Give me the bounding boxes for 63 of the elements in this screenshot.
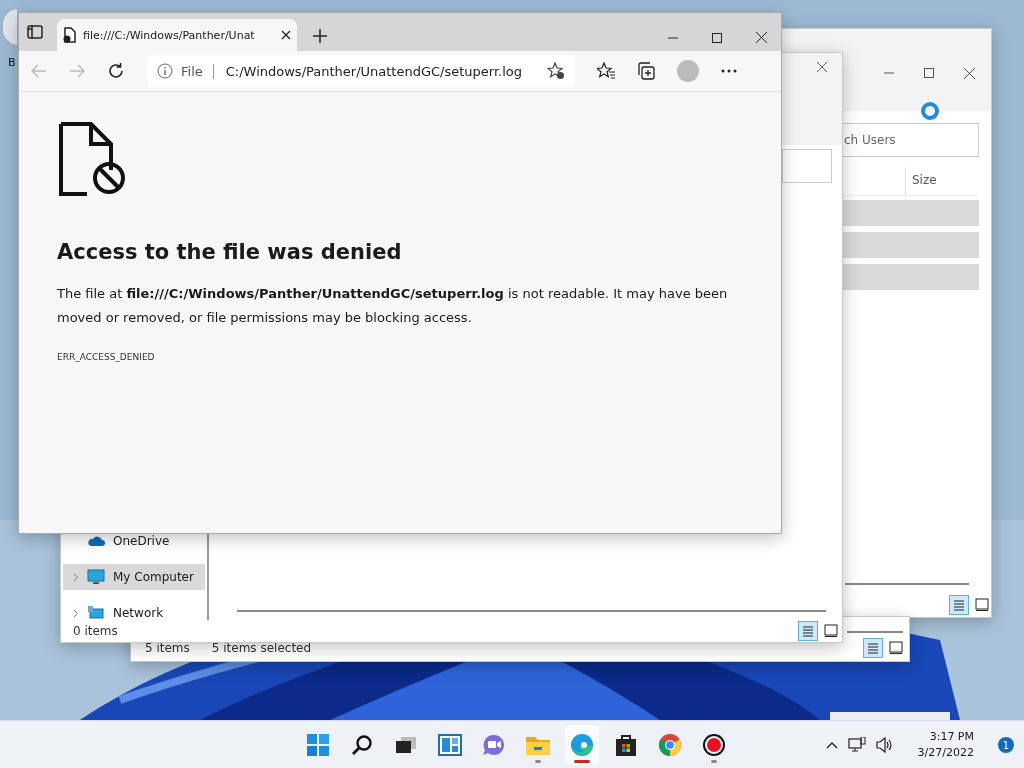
maximize-icon[interactable] [924,68,934,78]
status-text: 0 items [73,624,118,638]
error-title: Access to the file was denied [57,240,403,264]
sidebar-item[interactable]: Network [63,606,205,620]
favorites-icon[interactable] [597,62,615,80]
volume-icon[interactable] [875,737,894,753]
network-icon[interactable] [847,737,866,753]
search-icon[interactable] [351,734,373,756]
busy-cursor-icon [920,101,940,121]
shopping-bag-icon[interactable] [615,733,637,757]
tab-actions-icon[interactable] [27,25,43,39]
chevron-up-icon[interactable] [825,741,838,749]
notification-badge[interactable]: 1 [998,737,1014,753]
status-text: 5 items [145,641,190,655]
close-icon[interactable] [281,30,291,40]
scrollbar[interactable] [847,631,903,633]
blocked-file-icon [57,122,127,196]
column-header[interactable]: Size [905,167,979,195]
error-code: ERR_ACCESS_DENIED [57,352,156,362]
widgets-icon[interactable] [438,734,462,756]
add-favorite-icon[interactable] [547,62,565,80]
refresh-icon[interactable] [107,62,125,80]
error-message: The file at file:///C:/Windows/Panther/UnattendGC/setuperr.log is not readable. It may have been moved or removed, or file permissions may be blocking access. [57,285,729,327]
monitor-icon [87,569,105,585]
windows-logo-icon[interactable] [307,734,329,756]
address-field[interactable] [782,149,832,183]
desktop-icon-label[interactable]: B [8,56,16,69]
running-indicator [711,760,717,763]
sidebar-item[interactable]: My Computer [63,564,205,590]
record-icon[interactable] [702,733,726,757]
network-icon [87,606,105,620]
chevron-icon[interactable] [73,608,79,618]
details-view-icon[interactable] [863,638,883,658]
running-indicator [574,760,590,763]
browser-icon[interactable] [570,733,594,757]
details-view-icon[interactable] [798,621,818,641]
details-view-icon[interactable] [949,595,969,615]
new-tab-icon[interactable] [313,29,327,43]
maximize-icon[interactable] [712,32,722,43]
cloud-icon [87,535,105,547]
scrollbar[interactable] [237,610,826,612]
folder-icon[interactable] [525,734,551,756]
chat-icon[interactable] [482,734,506,756]
close-icon[interactable] [964,67,975,79]
preview-view-icon[interactable] [824,624,838,638]
more-icon[interactable] [721,69,737,73]
preview-view-icon[interactable] [975,598,989,612]
collections-icon[interactable] [637,62,655,80]
close-icon[interactable] [756,32,767,43]
running-indicator [535,760,541,763]
chrome-icon[interactable] [658,733,682,757]
scrollbar[interactable] [845,583,969,585]
clock-time[interactable]: 3:17 PM [929,729,974,745]
preview-view-icon[interactable] [889,641,903,655]
blocked-file-icon [63,27,77,43]
sidebar-item[interactable]: OneDrive [63,534,205,548]
address-bar[interactable]: File C:/Windows/Panther/UnattendGC/setuperr.log [147,55,575,87]
info-icon[interactable] [157,63,173,79]
clock-date[interactable]: 3/27/2022 [917,745,974,761]
task-view-icon[interactable] [394,735,418,755]
status-text: 5 items selected [211,641,312,655]
browser-tab[interactable]: file:///C:/Windows/Panther/Unat [57,19,297,51]
chevron-icon[interactable] [73,572,79,582]
